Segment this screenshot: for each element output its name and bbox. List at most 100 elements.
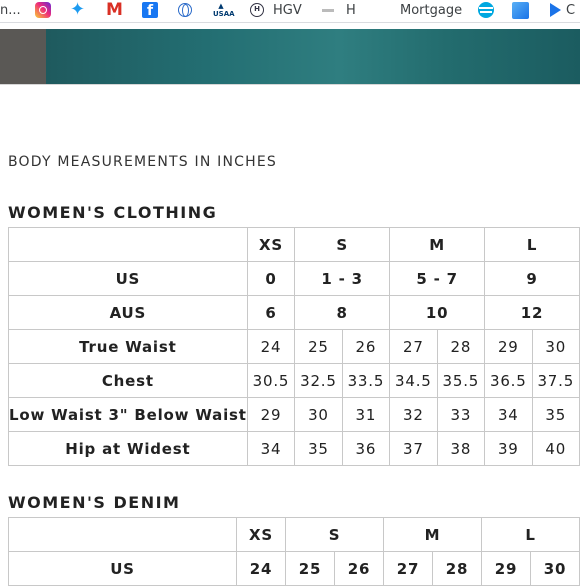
table-header-row: XS S M L <box>8 517 580 552</box>
row-label: US <box>8 551 237 586</box>
size-header: M <box>389 227 486 262</box>
table-cell: 36 <box>341 431 391 466</box>
table-cell: 29 <box>484 329 533 364</box>
table-cell: 38 <box>436 431 486 466</box>
table-cell: 35 <box>294 431 343 466</box>
table-cell: 31 <box>341 397 391 432</box>
table-row: True Waist 24 25 26 27 28 29 30 <box>8 329 580 364</box>
table-cell: 30.5 <box>246 363 296 398</box>
app-square-icon <box>512 1 529 19</box>
globe-icon <box>178 3 192 17</box>
table-cell: 34 <box>246 431 296 466</box>
table-cell: 27 <box>383 551 433 586</box>
size-header: M <box>383 517 482 552</box>
table-cell: 26 <box>341 329 391 364</box>
table-row: US 24 25 26 27 28 29 30 <box>8 551 580 586</box>
facebook-icon: f <box>142 2 158 19</box>
table-row: Hip at Widest 34 35 36 37 38 39 40 <box>8 431 580 466</box>
table-cell: 24 <box>236 551 286 586</box>
usaa-icon: ▲ USAA <box>213 2 235 18</box>
hgv-icon: H <box>250 3 264 17</box>
table-row: US 0 1 - 3 5 - 7 9 <box>8 261 580 296</box>
table-cell: 33 <box>436 397 486 432</box>
table-cell: 9 <box>484 261 580 296</box>
bookmark-label: HGV <box>273 2 302 18</box>
clothing-size-table: XS S M L US 0 1 - 3 5 - 7 9 AUS 6 8 10 1… <box>8 227 580 466</box>
att-icon <box>478 2 494 18</box>
table-cell: 28 <box>436 329 486 364</box>
row-label: Hip at Widest <box>8 431 248 466</box>
table-row: Low Waist 3" Below Waist 29 30 31 32 33 … <box>8 397 580 432</box>
table-row: AUS 6 8 10 12 <box>8 295 580 330</box>
size-header: S <box>294 227 391 262</box>
bookmark-truncated[interactable]: n... <box>0 1 21 19</box>
header-blank-cell <box>8 517 237 552</box>
row-label: Chest <box>8 363 248 398</box>
table-cell: 37.5 <box>531 363 580 398</box>
table-cell: 35.5 <box>436 363 486 398</box>
banner-image <box>46 29 580 84</box>
table-cell: 29 <box>246 397 296 432</box>
bookmark-play[interactable]: C <box>550 1 575 19</box>
table-cell: 25 <box>285 551 335 586</box>
size-header: XS <box>236 517 286 552</box>
table-cell: 33.5 <box>341 363 391 398</box>
table-cell: 32.5 <box>294 363 343 398</box>
gmail-icon: M <box>106 0 123 20</box>
bookmark-label: n... <box>0 2 21 18</box>
bookmark-label: Mortgage <box>400 2 463 18</box>
row-label: US <box>8 261 248 296</box>
banner-side-image <box>0 29 46 84</box>
table-cell: 39 <box>484 431 533 466</box>
instagram-icon <box>35 2 51 18</box>
row-label: AUS <box>8 295 248 330</box>
bookmark-twitter[interactable]: ✦ <box>70 1 86 19</box>
size-header: XS <box>246 227 296 262</box>
twitter-icon: ✦ <box>70 0 86 20</box>
row-label: True Waist <box>8 329 248 364</box>
table-cell: 40 <box>531 431 580 466</box>
divider <box>0 84 580 85</box>
table-cell: 12 <box>484 295 580 330</box>
bookmark-label: H <box>346 2 356 18</box>
table-cell: 24 <box>246 329 296 364</box>
table-cell: 25 <box>294 329 343 364</box>
bookmark-mortgage[interactable]: Mortgage <box>400 1 462 19</box>
table-cell: 30 <box>530 551 580 586</box>
size-header: L <box>484 227 580 262</box>
bookmark-hgv[interactable]: H HGV <box>250 1 302 19</box>
denim-section-title: WOMEN'S DENIM <box>8 493 181 512</box>
size-header: S <box>285 517 384 552</box>
minus-icon <box>322 8 334 12</box>
table-cell: 5 - 7 <box>389 261 486 296</box>
bookmark-usaa[interactable]: ▲ USAA <box>213 1 235 19</box>
bookmark-square[interactable] <box>512 1 529 19</box>
measurements-caption: BODY MEASUREMENTS IN INCHES <box>8 154 277 170</box>
table-cell: 30 <box>294 397 343 432</box>
bookmark-gmail[interactable]: M <box>106 0 123 20</box>
table-cell: 1 - 3 <box>294 261 391 296</box>
table-row: Chest 30.5 32.5 33.5 34.5 35.5 36.5 37.5 <box>8 363 580 398</box>
denim-size-table: XS S M L US 24 25 26 27 28 29 30 <box>8 517 580 586</box>
table-cell: 34 <box>484 397 533 432</box>
table-cell: 37 <box>389 431 438 466</box>
header-blank-cell <box>8 227 248 262</box>
table-cell: 28 <box>432 551 482 586</box>
bookmarks-bar: n... ✦ M f ▲ USAA H HGV H Mortgage C <box>0 0 580 23</box>
play-icon <box>550 3 561 17</box>
table-cell: 29 <box>481 551 531 586</box>
table-cell: 30 <box>531 329 580 364</box>
table-cell: 8 <box>294 295 391 330</box>
bookmark-att[interactable] <box>478 1 494 19</box>
table-header-row: XS S M L <box>8 227 580 262</box>
table-cell: 34.5 <box>389 363 438 398</box>
table-cell: 32 <box>389 397 438 432</box>
bookmark-globe[interactable] <box>178 1 192 19</box>
bookmark-h[interactable]: H <box>322 1 356 19</box>
clothing-section-title: WOMEN'S CLOTHING <box>8 203 218 222</box>
table-cell: 6 <box>246 295 296 330</box>
table-cell: 35 <box>531 397 580 432</box>
bookmark-instagram[interactable] <box>35 1 51 19</box>
bookmark-facebook[interactable]: f <box>142 1 158 19</box>
size-header: L <box>481 517 580 552</box>
